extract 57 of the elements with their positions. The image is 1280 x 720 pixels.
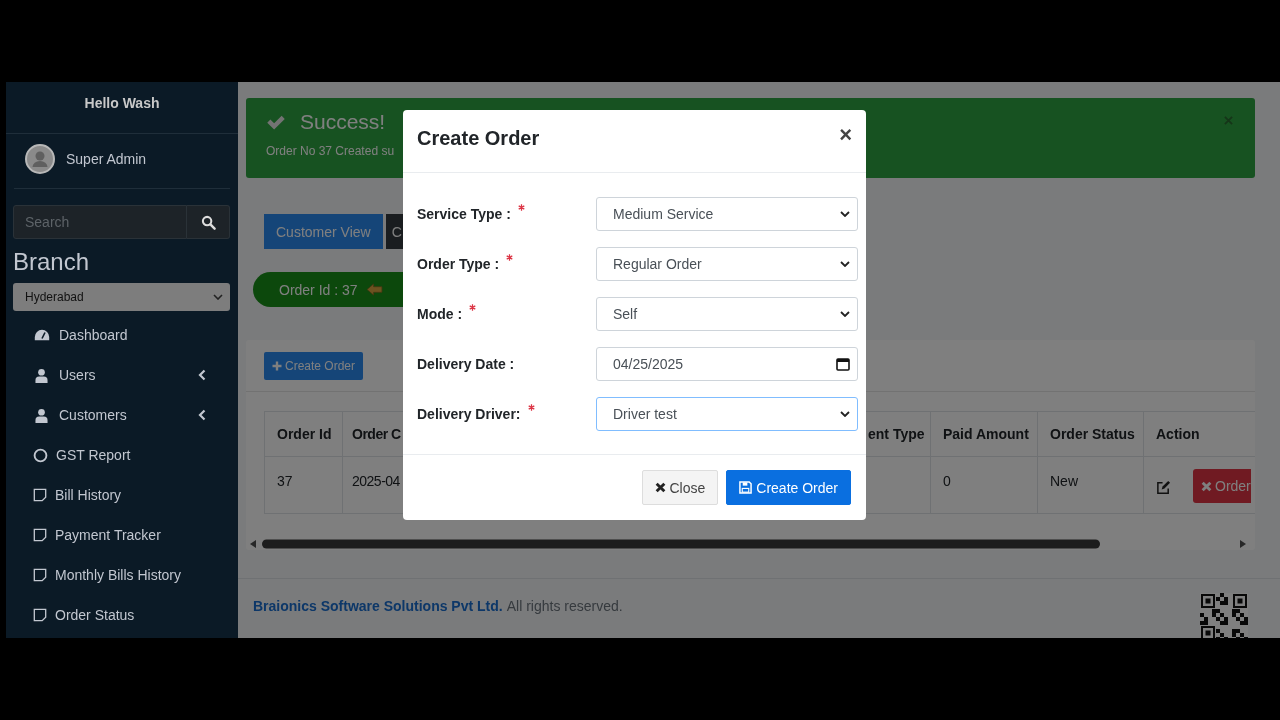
note-icon <box>33 528 47 542</box>
caret-down-icon <box>840 411 850 417</box>
create-order-button[interactable]: Create Order <box>726 470 851 505</box>
sidebar-item[interactable]: GST Report <box>6 435 238 475</box>
search-icon <box>200 214 216 230</box>
x-icon <box>654 482 666 493</box>
caret-down-icon <box>213 294 223 300</box>
table-cell: 0 <box>930 456 1038 514</box>
caret-down-icon <box>840 211 850 217</box>
close-button[interactable]: Close <box>641 470 719 505</box>
arrow-left-icon <box>365 283 383 296</box>
sidebar-item[interactable]: Users <box>6 355 238 395</box>
table-cell: New <box>1037 456 1144 514</box>
calendar-icon <box>836 357 850 371</box>
column-header: Order Status <box>1037 411 1144 457</box>
circle-icon <box>33 447 48 463</box>
select-field[interactable]: Self <box>596 297 858 331</box>
caret-down-icon <box>840 311 850 317</box>
copyright-text: All rights reserved. <box>506 598 623 614</box>
user-name[interactable]: Super Admin <box>66 151 147 167</box>
select-field[interactable]: Medium Service <box>596 197 858 231</box>
column-header: Action <box>1143 411 1255 457</box>
date-field[interactable]: 04/25/2025 <box>596 347 858 381</box>
sidebar-item[interactable]: Payment Tracker <box>6 515 238 555</box>
select-field[interactable]: Regular Order <box>596 247 858 281</box>
search-field[interactable]: Search <box>13 205 187 239</box>
caret-down-icon <box>840 261 850 267</box>
sidebar-item[interactable]: Customers <box>6 395 238 435</box>
alert-message: Order No 37 Created su <box>266 144 396 158</box>
branch-heading: Branch <box>13 248 91 276</box>
user-icon <box>35 407 48 423</box>
sidebar-item[interactable]: Monthly Bills History <box>6 555 238 595</box>
alert-title: Success! <box>300 110 386 134</box>
modal-dialog: Create Order × Service Type : Medium Service Order Type : Regular Order Mode : Self Delivery Date : 04/25/2025 Delivery Driver: Driver test Close Create Order <box>403 110 866 520</box>
avatar-icon <box>25 144 55 174</box>
gauge-icon <box>33 328 51 342</box>
edit-icon <box>1156 480 1171 495</box>
select-field[interactable]: Driver test <box>596 397 858 431</box>
sidebar-item[interactable]: Bill History <box>6 475 238 515</box>
sidebar-item[interactable]: Dashboard <box>6 315 238 355</box>
close-icon <box>1224 116 1233 125</box>
user-icon <box>35 367 48 383</box>
column-header: Order Id <box>264 411 343 457</box>
note-icon <box>33 488 47 502</box>
search-button[interactable] <box>187 205 230 239</box>
sidebar-item[interactable]: Order Status <box>6 595 238 635</box>
x-icon <box>1201 480 1212 492</box>
save-icon <box>739 481 753 494</box>
qr-code-drawing <box>1200 593 1248 638</box>
branch-select[interactable]: Hyderabad <box>13 283 230 311</box>
note-icon <box>33 568 47 582</box>
note-icon <box>33 608 47 622</box>
table-cell: 37 <box>264 456 343 514</box>
column-header: Paid Amount <box>930 411 1038 457</box>
close-button[interactable]: × <box>839 122 852 148</box>
plus-icon <box>272 360 282 371</box>
modal-title: Create Order <box>417 126 540 150</box>
